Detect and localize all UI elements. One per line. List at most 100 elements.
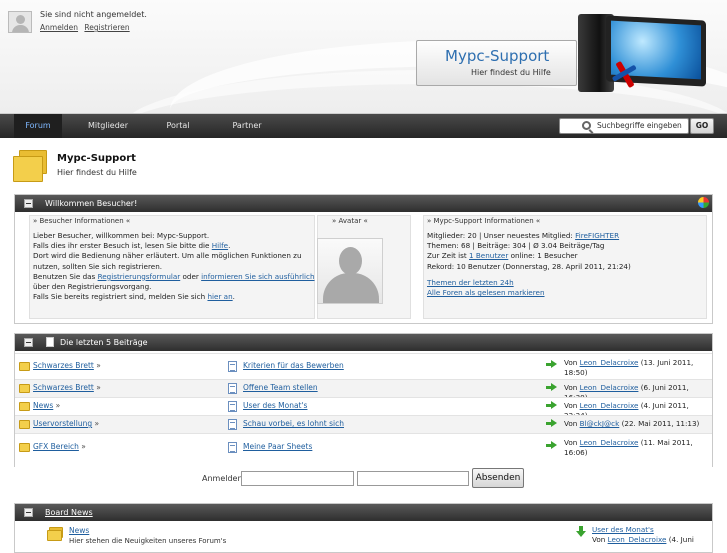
username-field[interactable]: [241, 471, 354, 486]
computer-illustration-icon: [574, 12, 712, 96]
mark-all-read-link[interactable]: Alle Foren als gelesen markieren: [427, 288, 545, 297]
collapse-icon[interactable]: [24, 199, 33, 208]
site-logo[interactable]: Mypc-Support Hier findest du Hilfe: [416, 40, 577, 86]
table-row: Schwarzes Brett » Kriterien für das Bewe…: [15, 353, 712, 379]
text-line: Falls Sie bereits registriert sind, meld…: [33, 292, 315, 302]
welcome-panel-title: Willkommen Besucher!: [45, 199, 138, 208]
visitor-info-text: Lieber Besucher, willkommen bei: Mypc-Su…: [33, 231, 315, 302]
nav-item-portal[interactable]: Portal: [154, 114, 202, 138]
go-to-post-arrow-icon[interactable]: [546, 383, 557, 392]
forum-link[interactable]: GFX Bereich: [33, 442, 79, 451]
avatar-box-title: » Avatar «: [332, 217, 368, 225]
quick-login-label: Anmelden:: [202, 474, 246, 483]
visitor-info-title: » Besucher Informationen «: [33, 217, 131, 225]
author-link[interactable]: Leon_Delacroixe: [580, 383, 639, 392]
thread-link[interactable]: Offene Team stellen: [243, 383, 318, 392]
forum-link[interactable]: Schwarzes Brett: [33, 383, 94, 392]
online-users-link[interactable]: 1 Benutzer: [469, 251, 508, 260]
thread-icon: [228, 442, 237, 453]
site-info-box: » Mypc-Support Informationen « Mitgliede…: [423, 215, 707, 319]
recent-threads-link[interactable]: Themen der letzten 24h: [427, 278, 514, 287]
folder-icon: [19, 420, 30, 429]
search-icon: [582, 121, 591, 130]
post-meta: Von Leon_Delacroixe (13. Juni 2011, 18:50…: [564, 358, 714, 378]
by-label: Von: [564, 438, 578, 447]
color-ball-icon[interactable]: [698, 197, 709, 208]
thread-icon: [228, 361, 237, 372]
post-date: (13. Juni 2011,: [640, 358, 694, 367]
table-row: News » User des Monat's Von Leon_Delacro…: [15, 397, 712, 420]
nav-item-forum[interactable]: Forum: [14, 114, 62, 138]
submit-button[interactable]: Absenden: [472, 468, 524, 488]
forum-folder-icon: [47, 527, 63, 541]
register-link[interactable]: Registrieren: [84, 23, 129, 32]
post-date: (11. Mai 2011,: [640, 438, 693, 447]
board-news-title-link[interactable]: Board News: [45, 504, 93, 521]
forum-link[interactable]: Uservorstellung: [33, 419, 92, 428]
text-line: Rekord: 10 Benutzer (Donnerstag, 28. Apr…: [427, 261, 631, 271]
by-label: Von: [564, 419, 578, 428]
text-line: Falls dies ihr erster Besuch ist, lesen …: [33, 241, 315, 251]
board-subtitle: Hier findest du Hilfe: [57, 168, 137, 177]
password-field[interactable]: [357, 471, 469, 486]
news-forum-link[interactable]: News: [69, 526, 89, 535]
registration-form-link[interactable]: Registrierungsformular: [98, 272, 181, 281]
table-row: GFX Bereich » Meine Paar Sheets Von Leon…: [15, 433, 712, 467]
login-here-link[interactable]: hier an: [207, 292, 232, 301]
text-line: Zur Zeit ist 1 Benutzer online: 1 Besuch…: [427, 251, 707, 261]
document-icon: [46, 337, 54, 347]
thread-link[interactable]: Schau vorbei, es lohnt sich: [243, 419, 344, 428]
post-date: (4. Juni: [668, 535, 694, 544]
nav-item-partner[interactable]: Partner: [222, 114, 272, 138]
author-link[interactable]: Bl@ckJ@ck: [580, 419, 620, 428]
folder-icon: [19, 384, 30, 393]
search-go-button[interactable]: GO: [690, 118, 714, 134]
thread-link[interactable]: Meine Paar Sheets: [243, 442, 312, 451]
go-to-post-arrow-icon[interactable]: [546, 419, 557, 428]
text-part: Falls dies ihr erster Besuch ist, lesen …: [33, 241, 212, 251]
by-label: Von: [564, 401, 578, 410]
text-line: nutzen, sollten Sie sich registrieren.: [33, 261, 163, 271]
logo-title: Mypc-Support: [445, 47, 550, 65]
login-link[interactable]: Anmelden: [40, 23, 78, 32]
thread-link[interactable]: Kriterien für das Bewerben: [243, 361, 344, 370]
search-input[interactable]: Suchbegriffe eingeben: [559, 118, 689, 134]
author-link[interactable]: Leon_Delacroixe: [580, 358, 639, 367]
author-link[interactable]: Leon_Delacroixe: [580, 438, 639, 447]
go-to-post-arrow-icon[interactable]: [546, 360, 557, 369]
latest-posts-header: Die letzten 5 Beiträge: [15, 334, 712, 351]
thread-icon: [228, 383, 237, 394]
go-to-post-arrow-icon[interactable]: [546, 401, 557, 410]
collapse-icon[interactable]: [24, 338, 33, 347]
collapse-icon[interactable]: [24, 508, 33, 517]
post-date: (22. Mai 2011, 11:13): [621, 419, 700, 428]
last-thread-link[interactable]: User des Monat's: [592, 525, 654, 534]
default-avatar-icon: [317, 238, 383, 304]
forum-link[interactable]: Schwarzes Brett: [33, 361, 94, 370]
author-link[interactable]: Leon_Delacroixe: [608, 535, 667, 544]
forum-cell: Schwarzes Brett »: [33, 383, 101, 392]
board-folder-icon: [13, 148, 49, 184]
text-line: Lieber Besucher, willkommen bei: Mypc-Su…: [33, 231, 210, 240]
latest-posts-panel: Die letzten 5 Beiträge Schwarzes Brett »…: [14, 333, 713, 467]
by-label: Von: [564, 383, 578, 392]
thread-link[interactable]: User des Monat's: [243, 401, 307, 410]
forum-cell: Uservorstellung »: [33, 419, 100, 428]
forum-cell: News »: [33, 401, 61, 410]
text-line: über den Registrierungsvorgang.: [33, 282, 152, 292]
forum-link[interactable]: News: [33, 401, 53, 410]
go-to-post-arrow-icon[interactable]: [546, 441, 557, 450]
text-part: online: 1 Besucher: [508, 251, 578, 261]
help-link[interactable]: Hilfe: [212, 241, 228, 250]
last-post-arrow-icon[interactable]: [576, 526, 586, 537]
newest-member-link[interactable]: FireFIGHTER: [575, 231, 619, 240]
text-part: Benutzen Sie das: [33, 271, 98, 281]
forum-cell: Schwarzes Brett »: [33, 361, 101, 370]
folder-icon: [19, 362, 30, 371]
nav-item-mitglieder[interactable]: Mitglieder: [84, 114, 132, 138]
thread-icon: [228, 419, 237, 430]
site-header: Sie sind nicht angemeldet. Anmelden Regi…: [0, 0, 727, 114]
registration-info-link[interactable]: informieren Sie sich ausführlich: [201, 272, 314, 281]
post-time: 18:50): [564, 368, 588, 377]
author-link[interactable]: Leon_Delacroixe: [580, 401, 639, 410]
